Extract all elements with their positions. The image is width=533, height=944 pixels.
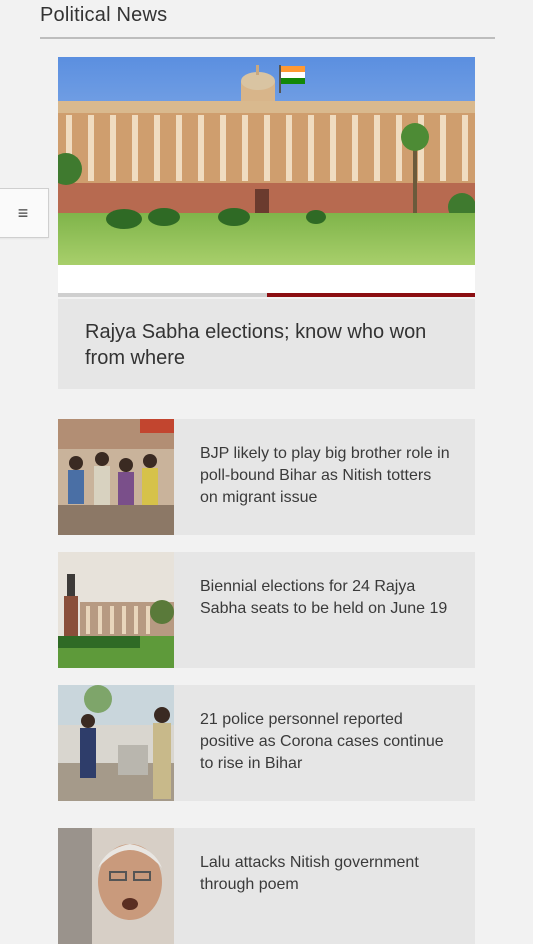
- article-headline: 21 police personnel reported positive as…: [200, 711, 444, 772]
- parliament-statue-image: [58, 552, 174, 668]
- list-item[interactable]: Biennial elections for 24 Rajya Sabha se…: [58, 552, 475, 668]
- page-title: Political News: [40, 4, 168, 26]
- featured-article[interactable]: Rajya Sabha elections; know who won from…: [58, 57, 475, 389]
- list-item[interactable]: 21 police personnel reported positive as…: [58, 685, 475, 801]
- carousel-indicator: [58, 265, 475, 297]
- article-headline: Biennial elections for 24 Rajya Sabha se…: [200, 578, 448, 617]
- menu-button[interactable]: ≡: [0, 188, 49, 238]
- featured-headline: Rajya Sabha elections; know who won from…: [58, 299, 475, 389]
- migrant-crowd-image: [58, 419, 174, 535]
- police-officer-image: [58, 685, 174, 801]
- carousel-progress-track: [58, 293, 475, 297]
- carousel-progress-fill: [266, 293, 475, 297]
- article-headline: BJP likely to play big brother role in p…: [200, 445, 450, 506]
- title-divider: [40, 37, 495, 39]
- list-item[interactable]: BJP likely to play big brother role in p…: [58, 419, 475, 535]
- hamburger-menu-icon: ≡: [17, 202, 29, 223]
- lalu-portrait-image: [58, 828, 174, 944]
- list-item[interactable]: Lalu attacks Nitish government through p…: [58, 828, 475, 944]
- parliament-building-image: [58, 57, 475, 265]
- article-headline: Lalu attacks Nitish government through p…: [200, 854, 419, 893]
